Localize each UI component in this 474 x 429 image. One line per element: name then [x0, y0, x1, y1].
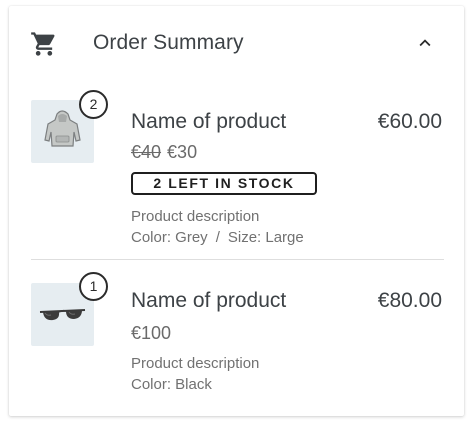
stock-badge: 2 LEFT IN STOCK — [131, 172, 317, 195]
quantity-badge: 2 — [79, 90, 108, 119]
unit-prices: €100 — [131, 323, 171, 344]
chevron-up-icon[interactable] — [414, 32, 436, 54]
variant-color: Color: Black — [131, 376, 212, 393]
product-details: Product description Color: Black — [131, 353, 259, 395]
line-price: €80.00 — [377, 289, 442, 312]
product-name[interactable]: Name of product — [131, 110, 286, 134]
list-item: 2 Name of product €60.00 €40 €30 2 LEFT I… — [9, 90, 464, 260]
variant-separator: / — [215, 229, 220, 246]
list-item: 1 Name of product €80.00 €100 Product de… — [9, 260, 464, 410]
original-price: €40 — [131, 142, 162, 162]
variant-color: Color: Grey — [131, 229, 208, 246]
shopping-cart-icon — [31, 32, 55, 56]
unit-prices: €40 €30 — [131, 142, 197, 163]
order-summary-title: Order Summary — [93, 31, 244, 54]
product-details: Product description Color: Grey / Size: La… — [131, 206, 304, 248]
product-variant: Color: Grey / Size: Large — [131, 227, 304, 248]
order-summary-card: Order Summary 2 Name of product €60.00 €… — [9, 6, 464, 416]
order-summary-header[interactable]: Order Summary — [9, 6, 464, 80]
variant-size: Size: Large — [227, 229, 304, 246]
quantity-badge: 1 — [79, 272, 108, 301]
product-description: Product description — [131, 208, 260, 225]
product-name[interactable]: Name of product — [131, 289, 286, 313]
sale-price: €30 — [167, 142, 198, 162]
unit-price: €100 — [131, 323, 172, 343]
line-price: €60.00 — [377, 110, 442, 133]
product-description: Product description — [131, 355, 260, 372]
